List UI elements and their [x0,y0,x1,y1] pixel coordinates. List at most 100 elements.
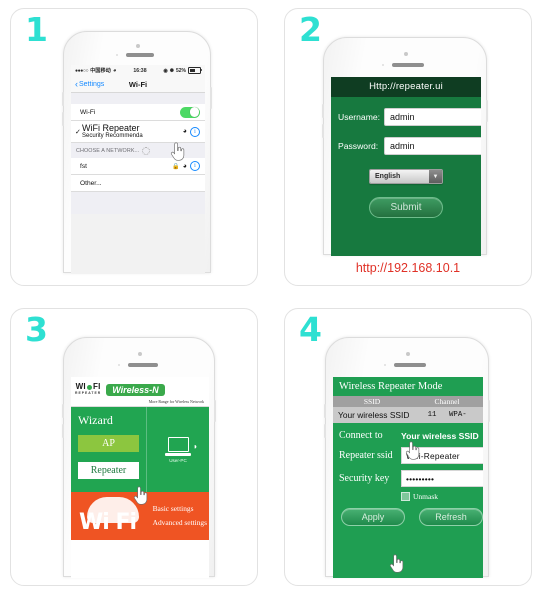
volume-button[interactable] [324,424,326,438]
list-bottom-gap [71,192,205,214]
step-panel-1: 1 ●●●○○ 中国移动 ◕ 16:38 ◉ ✺ 52% ‹ Settings … [10,8,258,286]
network-name: fst [80,162,87,170]
router-url-note: http://192.168.10.1 [355,261,461,275]
router-footer: Wi Fi Basic settings Advanced settings [71,492,209,540]
loading-spinner-icon [142,147,151,155]
phone-screen-4: Wireless Repeater Mode SSID Channel Your… [333,377,483,578]
password-label: Password: [338,141,379,151]
repeater-mode-button[interactable]: Repeater [78,462,139,479]
logo-fi: FI [92,382,101,392]
choose-network-header: CHOOSE A NETWORK... [71,143,205,158]
basic-settings-link[interactable]: Basic settings [153,502,207,516]
status-time: 16:38 [133,67,147,74]
security-key-input[interactable] [401,470,483,487]
volume-button[interactable] [62,112,64,126]
step-number-2: 2 [299,10,322,49]
submit-button[interactable]: Submit [369,197,443,218]
language-select[interactable]: English ▼ [369,169,443,184]
unmask-label: Unmask [413,492,438,501]
volume-button[interactable] [62,404,64,418]
column-header-channel: Channel [434,397,460,406]
ios-nav-bar: ‹ Settings Wi-Fi [71,76,205,93]
logo-dot-icon [86,384,92,390]
step-panel-2: 2 Http://repeater.ui Username: Password: [284,8,532,286]
front-camera-icon [136,44,140,48]
wifi-icon: ◕ [182,162,187,170]
device-label: User-PC [169,457,187,463]
repeater-ssid-label: Repeater ssid [339,450,393,461]
network-row-fst[interactable]: fst 🔒 ◕ i [71,158,205,175]
volume-button[interactable] [62,424,64,438]
phone-screen-1: ●●●○○ 中国移动 ◕ 16:38 ◉ ✺ 52% ‹ Settings Wi… [71,65,205,274]
password-input[interactable] [384,137,481,155]
power-button[interactable] [488,400,490,422]
column-header-ssid: SSID [363,397,381,406]
action-buttons: Apply Refresh [333,501,483,526]
proximity-sensor-icon [118,364,120,366]
alarm-icon: ◉ [163,67,168,74]
volume-button[interactable] [322,124,324,138]
lock-icon: 🔒 [172,163,180,170]
rotation-lock-icon: ✺ [169,67,174,74]
connected-network-row[interactable]: ✓ WiFi Repeater Security Recommenda ◕ i [71,121,205,143]
power-button[interactable] [486,100,488,122]
step-panel-3: 3 WI FI REPEATER Wireless-N More Range f… [10,308,258,586]
chevron-down-icon: ▼ [429,170,442,183]
power-button[interactable] [210,87,212,109]
repeater-ssid-row: Repeater ssid [333,447,483,464]
apply-button[interactable]: Apply [341,508,405,526]
phone-screen-2: Http://repeater.ui Username: Password: E… [331,77,481,256]
checkmark-icon: ✓ [75,128,81,136]
network-row-other[interactable]: Other... [71,175,205,192]
network-row-icons: 🔒 ◕ i [172,161,200,171]
earpiece-speaker [126,53,154,57]
wizard-section: Wizard AP Repeater ◗ User-PC [71,407,209,492]
volume-button[interactable] [322,104,324,118]
earpiece-speaker [128,363,158,367]
connected-device: ◗ User-PC [146,407,209,492]
repeater-ssid-input[interactable] [401,447,483,464]
ios-status-bar: ●●●○○ 中国移动 ◕ 16:38 ◉ ✺ 52% [71,65,205,76]
power-button[interactable] [214,400,216,422]
connected-network-text: WiFi Repeater Security Recommenda [82,123,183,140]
unmask-checkbox[interactable] [401,492,410,501]
list-top-gap [71,93,205,104]
page-title: Wi-Fi [128,79,148,89]
unmask-row[interactable]: Unmask [401,492,483,501]
ap-mode-button[interactable]: AP [78,435,139,452]
language-select-row: English ▼ [331,169,481,184]
advanced-settings-link[interactable]: Advanced settings [153,516,207,530]
table-row[interactable]: Your wireless SSID 11 WPA- [333,407,483,424]
row-security: WPA- [449,411,467,419]
step-number-3: 3 [25,310,48,349]
earpiece-speaker [392,63,424,67]
wifi-toggle-switch[interactable] [180,106,200,118]
router-login-page: Http://repeater.ui Username: Password: E… [331,77,481,256]
wireless-n-badge: Wireless-N [106,383,165,396]
volume-button[interactable] [324,404,326,418]
network-table-header: SSID Channel [333,396,483,407]
info-icon[interactable]: i [190,126,200,137]
logo-wi: WI [75,382,86,392]
router-tagline: More Range for Wireless Network [71,399,209,407]
language-select-value: English [370,170,429,183]
info-icon[interactable]: i [190,161,200,171]
status-right-group: ◉ ✺ 52% [163,67,202,74]
logo-subtitle: REPEATER [75,391,102,396]
laptop-base [165,452,191,456]
wifi-toggle-row[interactable]: Wi-Fi [71,104,205,121]
refresh-button[interactable]: Refresh [419,508,483,526]
phone-frame-4: Wireless Repeater Mode SSID Channel Your… [324,337,490,578]
ios-wifi-settings: ●●●○○ 中国移动 ◕ 16:38 ◉ ✺ 52% ‹ Settings Wi… [71,65,205,274]
password-field-row: Password: [331,137,481,155]
phone-screen-3: WI FI REPEATER Wireless-N More Range for… [71,377,209,578]
signal-dots-icon: ●●●○○ [75,67,89,74]
volume-button[interactable] [62,92,64,106]
choose-network-label: CHOOSE A NETWORK... [76,148,140,154]
carrier-label: 中国移动 [90,68,111,74]
connect-to-label: Connect to [339,430,383,441]
wifi-toggle-label: Wi-Fi [80,108,96,116]
username-label: Username: [338,112,381,122]
address-bar[interactable]: Http://repeater.ui [331,77,481,97]
username-input[interactable] [384,108,481,126]
